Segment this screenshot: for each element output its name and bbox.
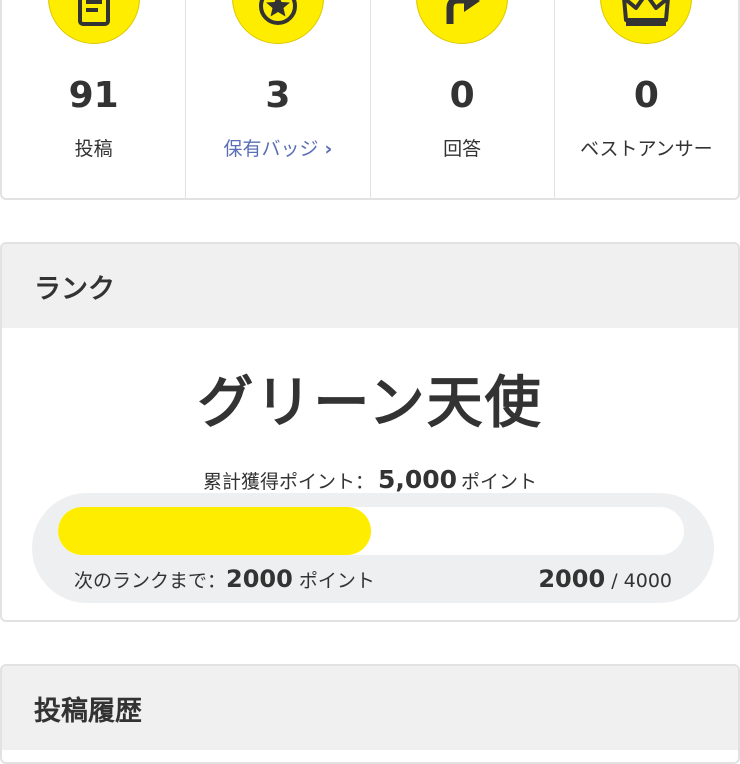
stat-answers-label: 回答 xyxy=(443,138,482,160)
rank-header: ランク xyxy=(2,244,738,328)
stat-posts[interactable]: 91 投稿 xyxy=(2,0,187,198)
stat-answers-value: 0 xyxy=(449,75,475,116)
chevron-right-icon: › xyxy=(324,138,333,160)
progress-track xyxy=(58,507,684,555)
stat-posts-value: 91 xyxy=(68,75,119,116)
document-icon xyxy=(47,0,140,44)
next-rank-value: 2000 xyxy=(226,565,293,593)
progress-max: 4000 xyxy=(623,570,672,592)
crown-icon xyxy=(600,0,693,44)
badges-link[interactable]: 保有バッジ › xyxy=(186,134,369,161)
badges-link-label: 保有バッジ xyxy=(223,138,319,160)
stat-badges[interactable]: 3 保有バッジ › xyxy=(186,0,371,198)
total-points-label: 累計獲得ポイント： xyxy=(202,471,374,493)
progress-fill xyxy=(58,507,371,555)
star-badge-icon xyxy=(231,0,324,44)
stat-answers[interactable]: 0 回答 xyxy=(371,0,555,198)
total-points: 累計獲得ポイント： 5,000 ポイント xyxy=(2,465,738,494)
stat-badges-value: 3 xyxy=(265,75,291,116)
next-rank-text: 次のランクまで：2000 ポイント xyxy=(74,565,375,593)
post-history-section: 投稿履歴 xyxy=(0,664,740,764)
progress-count: 2000 / 4000 xyxy=(538,565,672,593)
stat-posts-label: 投稿 xyxy=(74,138,113,160)
progress-separator: / xyxy=(611,570,618,592)
stat-best-answers-value: 0 xyxy=(633,75,659,116)
next-rank-unit: ポイント xyxy=(298,570,375,592)
rank-name: グリーン天使 xyxy=(197,371,543,436)
total-points-value: 5,000 xyxy=(377,465,458,494)
post-history-header: 投稿履歴 xyxy=(2,666,738,750)
stat-best-answers[interactable]: 0 ベストアンサー xyxy=(555,0,738,198)
rank-section: ランク グリーン天使 累計獲得ポイント： 5,000 ポイント 次のランクまで：20… xyxy=(0,242,740,622)
next-rank-label: 次のランクまで： xyxy=(74,570,227,592)
total-points-unit: ポイント xyxy=(461,471,538,493)
stats-card: 91 投稿 3 保有バッジ › 0 回答 0 ベストアンサー xyxy=(0,0,740,200)
stat-best-answers-label: ベストアンサー xyxy=(580,138,713,160)
progress-current: 2000 xyxy=(538,565,606,593)
rank-progress: 次のランクまで：2000 ポイント 2000 / 4000 xyxy=(32,493,714,603)
reply-arrow-icon xyxy=(416,0,509,44)
